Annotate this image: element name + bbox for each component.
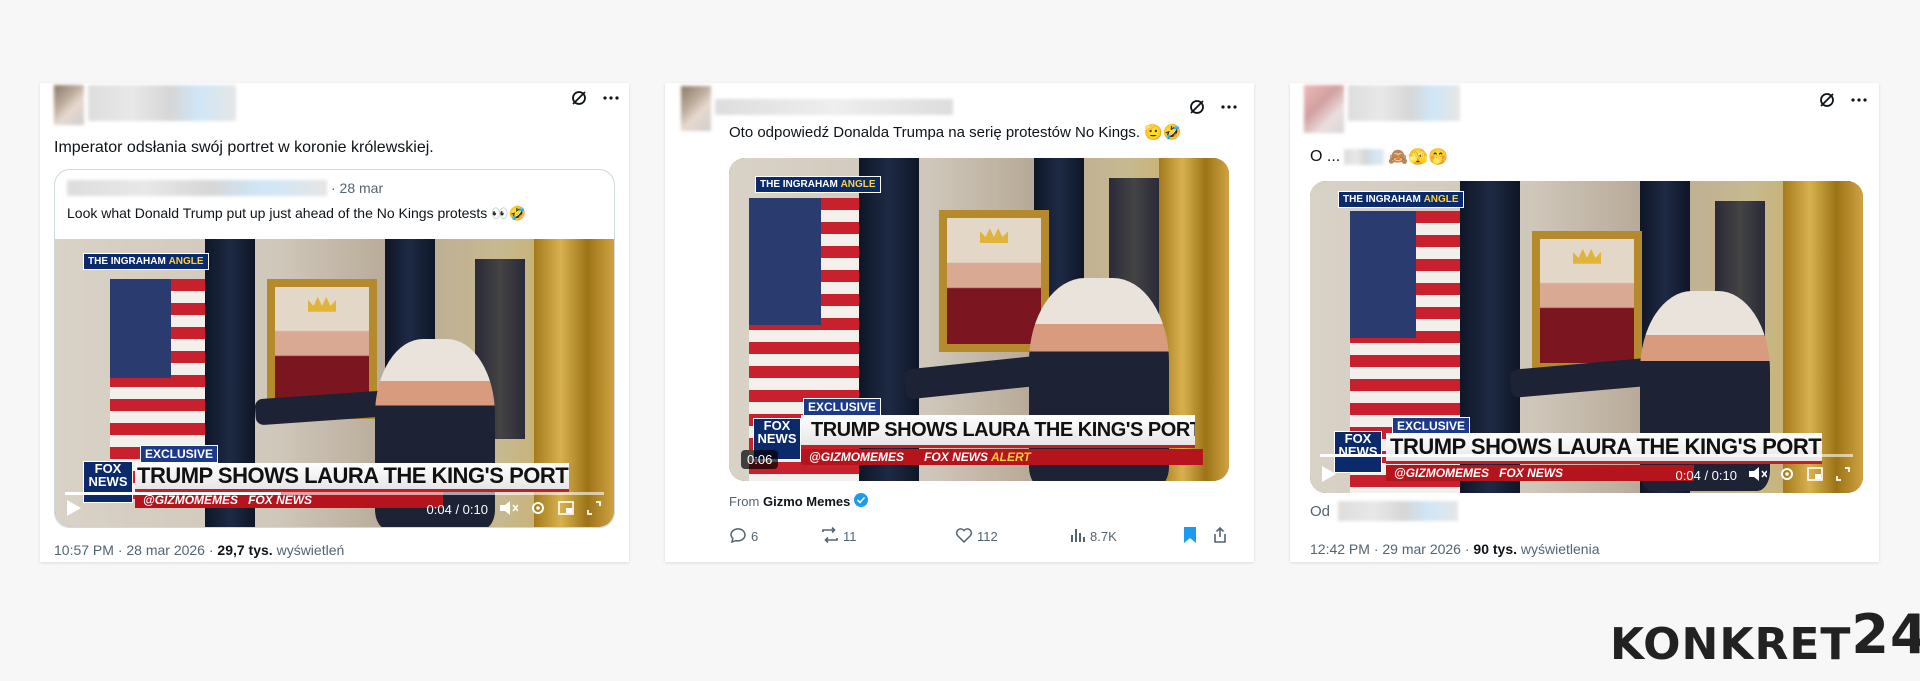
show-bug: THE INGRAHAM ANGLE [83,253,209,270]
avatar[interactable] [54,85,84,125]
grok-icon[interactable] [1818,91,1836,109]
settings-icon[interactable] [1779,466,1795,485]
exclusive-label: EXCLUSIVE [140,445,219,463]
video-duration: 0:06 [741,450,779,469]
video-player[interactable]: THE INGRAHAM ANGLE EXCLUSIVE FOX NEWS TRU… [1310,181,1863,493]
tweet-text: Oto odpowiedź Donalda Trumpa na serię pr… [729,124,1182,141]
author-name[interactable] [715,99,953,115]
exclusive-label: EXCLUSIVE [803,398,882,416]
grok-icon[interactable] [570,89,588,107]
tweet-meta: 12:42 PM · 29 mar 2026 · 90 tys. wyświet… [1310,541,1600,557]
settings-icon[interactable] [530,500,546,519]
more-icon[interactable] [1220,98,1238,116]
miniplayer-icon[interactable] [1807,466,1823,485]
grok-icon[interactable] [1188,98,1206,116]
tweet-text: O ... 🙈🫣🤭 [1310,148,1448,166]
video-player[interactable]: THE INGRAHAM ANGLE EXCLUSIVE FOX NEWS TRU… [55,239,614,527]
miniplayer-icon[interactable] [558,500,574,519]
share-icon[interactable] [1212,526,1228,549]
bookmark-icon[interactable] [1183,526,1197,549]
analytics-icon [1070,527,1086,546]
tweet-card-1: Imperator odsłania swój portret w koroni… [40,83,629,562]
quoted-date: · 28 mar [331,180,384,196]
heart-icon [955,527,973,546]
source-line: Od [1310,501,1459,521]
verified-badge-icon [854,493,869,510]
source-name[interactable]: Gizmo Memes [763,494,850,509]
fullscreen-icon[interactable] [1835,466,1851,485]
tweet-card-2: Oto odpowiedź Donalda Trumpa na serię pr… [665,83,1254,562]
volume-icon[interactable] [1749,466,1768,485]
reply-icon [729,527,747,546]
quoted-tweet[interactable]: · 28 mar Look what Donald Trump put up j… [54,169,615,528]
show-bug: THE INGRAHAM ANGLE [755,176,881,193]
reply-button[interactable]: 6 [729,527,758,546]
more-icon[interactable] [602,89,620,107]
video-time: 0:04 / 0:10 [1675,467,1737,483]
quoted-text: Look what Donald Trump put up just ahead… [67,205,527,221]
play-icon[interactable] [1322,465,1336,485]
video-player[interactable]: THE INGRAHAM ANGLE EXCLUSIVE FOX NEWS TRU… [729,158,1229,481]
author-name[interactable] [88,85,236,121]
play-icon[interactable] [67,499,81,519]
chyron-headline: TRUMP SHOWS LAURA THE KING'S PORTRAIT [801,415,1195,448]
like-button[interactable]: 112 [955,527,998,546]
show-bug: THE INGRAHAM ANGLE [1338,191,1464,208]
fullscreen-icon[interactable] [586,500,602,519]
tweet-card-3: O ... 🙈🫣🤭 THE INGRAHAM ANGLE EXCLUSIVE F… [1290,83,1879,562]
tweet-meta: 10:57 PM · 28 mar 2026 · 29,7 tys. wyświ… [54,542,345,558]
volume-icon[interactable] [500,500,519,519]
repost-icon [821,526,839,546]
avatar[interactable] [681,86,711,131]
repost-button[interactable]: 11 [821,526,857,546]
source-line: From Gizmo Memes [729,493,869,510]
tweet-text: Imperator odsłania swój portret w koroni… [54,139,434,156]
chyron-headline: TRUMP SHOWS LAURA THE KING'S PORTRAIT [135,463,569,492]
views-button[interactable]: 8.7K [1070,527,1117,546]
konkret24-logo: KONKRET24 [1610,603,1920,670]
tweet-emoji: 🙈🫣🤭 [1388,149,1448,166]
chyron-ticker: @GIZMOMEMES FOX NEWS ALERT [801,449,1203,465]
quoted-author[interactable] [67,180,327,196]
author-name[interactable] [1348,85,1460,121]
blurred-mention [1344,149,1385,165]
more-icon[interactable] [1850,91,1868,109]
video-time: 0:04 / 0:10 [426,501,488,517]
source-name[interactable] [1338,501,1459,521]
avatar[interactable] [1304,85,1344,133]
